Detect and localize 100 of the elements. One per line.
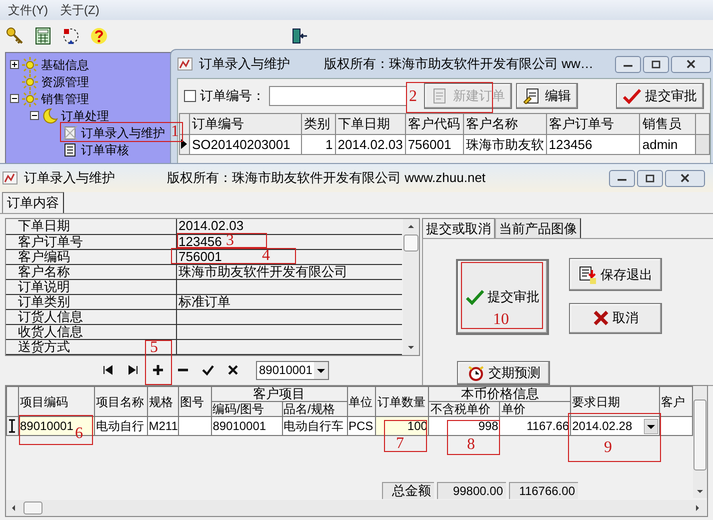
forecast-button[interactable]: 交期预测	[457, 361, 550, 385]
callout-number: 10	[493, 312, 509, 328]
clock-icon[interactable]	[62, 27, 80, 45]
table-cell: 756001	[405, 134, 464, 154]
copyright-text: 版权所有：珠海市助友软件开发有限公司 www.zhuu.net	[167, 169, 486, 188]
property-value[interactable]: 123456	[178, 234, 222, 249]
table-cell: 1167.66	[500, 416, 571, 436]
date-dropdown[interactable]: 2014.02.28	[572, 418, 658, 434]
sun-icon	[22, 56, 38, 72]
tree-item[interactable]: 资源管理	[41, 72, 89, 90]
column-group-header: 客户项目	[211, 386, 347, 402]
table-cell: M211	[147, 416, 178, 436]
property-value[interactable]: 756001	[178, 248, 222, 264]
dropdown-arrow-icon	[644, 418, 658, 434]
app-icon	[177, 56, 193, 72]
menu-item[interactable]: 关于(Z)	[60, 1, 100, 19]
column-header[interactable]: 客户代码	[405, 114, 464, 134]
sun-icon	[22, 74, 38, 90]
help-icon[interactable]	[90, 27, 108, 45]
property-label: 订单说明	[6, 279, 176, 294]
dropdown[interactable]: 89010001	[256, 360, 330, 380]
window-title: 订单录入与维护	[199, 55, 290, 74]
copyright-text: 版权所有：珠海市助友软件开发有限公司 ww…	[324, 55, 594, 74]
property-label: 订单类别	[6, 294, 176, 310]
table-cell: 2014.02.03	[335, 134, 406, 154]
restore-button[interactable]	[637, 170, 663, 186]
last-record-icon[interactable]	[126, 363, 140, 377]
property-label: 收货人信息	[6, 324, 176, 340]
callout-number: 9	[604, 440, 612, 456]
property-label: 订货人信息	[6, 309, 176, 324]
tab[interactable]: 提交或取消	[422, 218, 495, 238]
tab[interactable]: 订单内容	[2, 192, 64, 213]
table-cell: 89010001	[211, 416, 282, 436]
scrollbar[interactable]	[693, 386, 707, 498]
collapse-icon[interactable]	[10, 94, 19, 103]
column-header[interactable]: 客户订单号	[546, 114, 640, 134]
table-cell: PCS	[347, 416, 376, 436]
callout-box	[447, 420, 500, 455]
property-value[interactable]: 珠海市助友软件开发有限公司	[178, 264, 348, 279]
callout-number: 1	[171, 124, 179, 140]
table-cell: 1	[301, 134, 336, 154]
tree-item[interactable]: 订单录入与维护	[81, 124, 165, 142]
column-header[interactable]: 订单编号	[189, 114, 302, 134]
property-label: 客户编码	[6, 249, 176, 264]
cancel-button[interactable]: 取消	[569, 302, 662, 334]
edit-button[interactable]: 编辑	[516, 83, 578, 109]
callout-box	[145, 340, 172, 385]
column-header[interactable]: 类别	[301, 114, 336, 134]
close-icon[interactable]	[226, 363, 240, 377]
column-group-header: 本币价格信息	[428, 386, 571, 402]
minimize-button[interactable]	[615, 56, 641, 72]
close-button[interactable]	[671, 56, 711, 72]
close-button[interactable]	[665, 170, 705, 186]
table-cell: 珠海市助友软	[463, 134, 546, 154]
column-header[interactable]: 客户名称	[463, 114, 546, 134]
column-header[interactable]: 要求日期	[570, 386, 660, 416]
first-record-icon[interactable]	[101, 363, 115, 377]
door-exit-icon[interactable]	[290, 27, 308, 45]
callout-number: 5	[150, 340, 158, 356]
form-icon	[62, 124, 78, 140]
tree-item[interactable]: 基础信息	[41, 56, 89, 74]
submit-button[interactable]: 提交审批	[616, 83, 704, 109]
property-value[interactable]: 标准订单	[178, 294, 230, 309]
tree-item[interactable]: 订单审核	[81, 140, 129, 158]
add-icon[interactable]	[151, 363, 165, 377]
table-cell: 电动自行车	[282, 416, 347, 436]
restore-button[interactable]	[643, 56, 669, 72]
expand-icon[interactable]	[10, 60, 19, 69]
cross-icon	[592, 310, 608, 326]
table-cell: 123456	[546, 134, 640, 154]
callout-number: 4	[262, 248, 270, 264]
property-value[interactable]: 2014.02.03	[178, 219, 244, 234]
checkmark-icon[interactable]	[201, 363, 215, 377]
moon-icon	[42, 108, 58, 124]
calculator-icon[interactable]	[34, 27, 52, 45]
text-cursor-icon	[7, 419, 17, 433]
tree-item[interactable]: 订单处理	[61, 106, 109, 124]
tree-item[interactable]: 销售管理	[41, 90, 89, 108]
column-header[interactable]: 下单日期	[335, 114, 406, 134]
menu-item[interactable]: 文件(Y)	[8, 1, 48, 19]
column-header[interactable]: 销售员	[640, 114, 696, 134]
total-value: 99800.00	[437, 482, 506, 499]
callout-number: 8	[467, 437, 475, 453]
scrollbar[interactable]	[403, 219, 419, 355]
document-pencil-icon	[523, 88, 541, 104]
alarm-clock-icon	[466, 364, 484, 382]
table-cell: SO20140203001	[189, 134, 302, 154]
scrollbar[interactable]	[6, 500, 706, 516]
document-icon	[62, 142, 78, 158]
order-number-field[interactable]	[269, 86, 407, 106]
save-document-icon	[578, 266, 596, 284]
checkbox[interactable]	[184, 90, 196, 102]
checkmark-icon	[623, 88, 641, 104]
minimize-button[interactable]	[609, 170, 635, 186]
save-exit-button[interactable]: 保存退出	[569, 258, 662, 291]
tab[interactable]: 当前产品图像	[495, 218, 581, 238]
property-label: 下单日期	[6, 219, 176, 234]
window-title: 订单录入与维护	[24, 169, 115, 188]
collapse-icon[interactable]	[30, 111, 39, 120]
key-icon[interactable]	[6, 27, 24, 45]
